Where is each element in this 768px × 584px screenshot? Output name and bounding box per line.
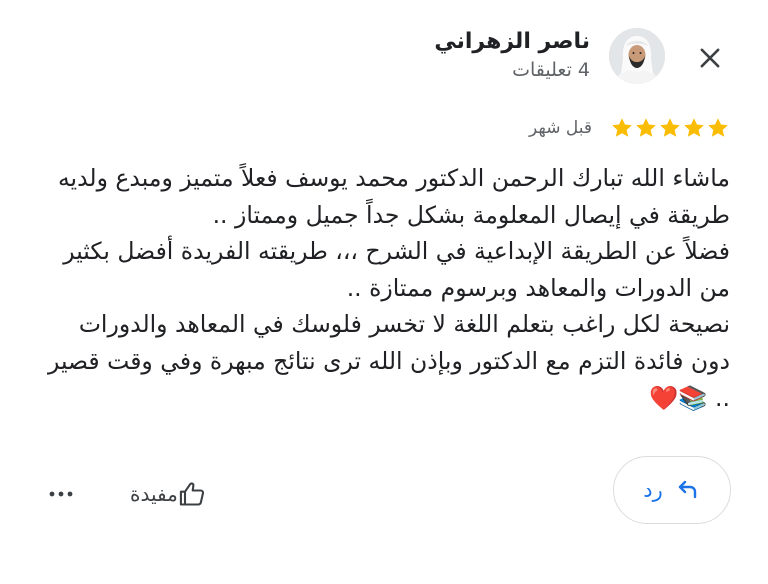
thumbs-up-icon xyxy=(179,482,204,506)
star-icon xyxy=(684,118,704,137)
star-icon xyxy=(660,118,680,137)
avatar[interactable] xyxy=(609,28,665,84)
star-icon xyxy=(708,118,728,137)
star-rating xyxy=(610,116,730,140)
star-icon xyxy=(612,118,632,137)
reply-label: رد xyxy=(643,478,663,502)
review-card: ناصر الزهراني 4 تعليقات قبل شهر ماشاء ال… xyxy=(0,0,768,584)
avatar-image xyxy=(609,28,665,84)
reply-arrow-icon xyxy=(678,480,696,499)
review-time: قبل شهر xyxy=(529,118,592,138)
reply-button[interactable]: رد xyxy=(613,456,731,524)
review-text: ماشاء الله تبارك الرحمن الدكتور محمد يوس… xyxy=(36,160,730,416)
close-button[interactable] xyxy=(686,34,734,82)
more-horizontal-icon xyxy=(49,491,73,497)
review-actions: مفيدة xyxy=(46,478,206,510)
close-icon xyxy=(700,48,720,68)
author-name[interactable]: ناصر الزهراني xyxy=(434,29,590,54)
author-review-count: 4 تعليقات xyxy=(512,59,590,81)
helpful-label: مفيدة xyxy=(130,482,178,506)
review-body: ماشاء الله تبارك الرحمن الدكتور محمد يوس… xyxy=(47,164,730,412)
more-options-button[interactable] xyxy=(46,479,76,509)
helpful-button[interactable]: مفيدة xyxy=(122,480,206,508)
books-heart-emoji: 📚❤️ xyxy=(649,383,708,412)
star-icon xyxy=(636,118,656,137)
rating-row: قبل شهر xyxy=(529,116,730,140)
